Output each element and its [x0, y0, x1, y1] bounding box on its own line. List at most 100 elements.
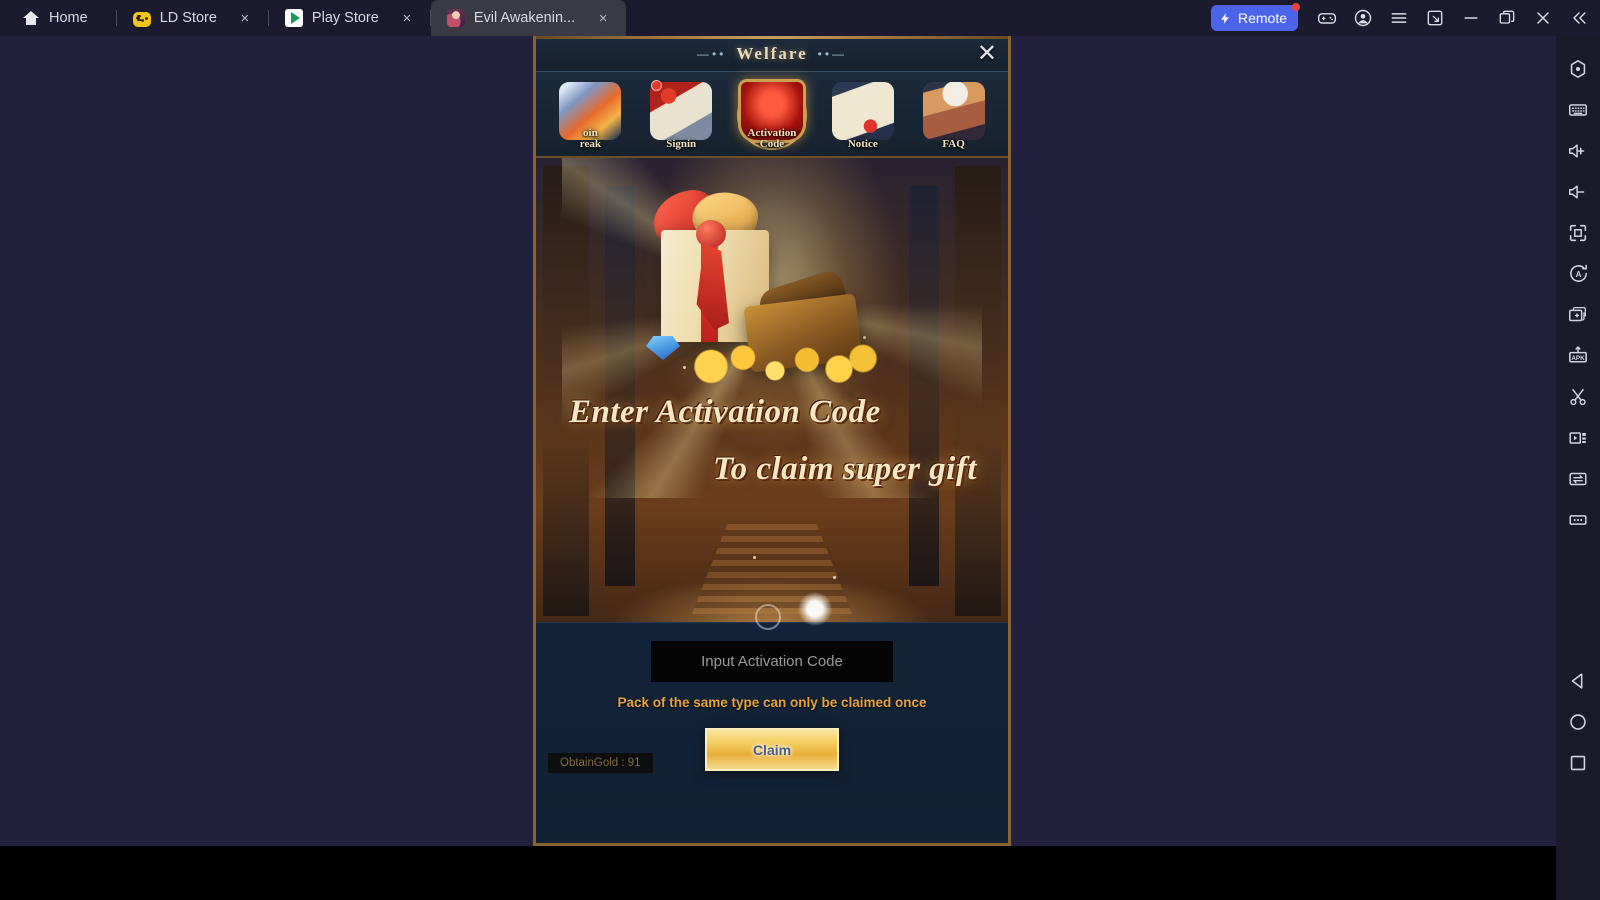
video-record-icon	[1569, 431, 1586, 444]
svg-text:A: A	[1575, 270, 1581, 279]
tab-home[interactable]: Home	[0, 0, 116, 36]
gamepad-icon	[132, 11, 151, 27]
svg-text:APK: APK	[1571, 355, 1585, 362]
fullscreen-button[interactable]	[1418, 1, 1452, 35]
lightning-bolt-icon	[1221, 12, 1229, 24]
game-avatar-icon	[446, 9, 465, 27]
promo-art: Enter Activation Code To claim super gif…	[533, 158, 1011, 622]
volume-down-icon	[1569, 184, 1585, 199]
minimize-icon	[1464, 17, 1478, 19]
dialog-close-button[interactable]: ✕	[977, 42, 997, 66]
android-back-button[interactable]	[1558, 660, 1598, 701]
activation-code-input[interactable]: Input Activation Code	[651, 641, 893, 682]
dialog-tab-strip: oin reak Signin Activation Code Notice F…	[533, 72, 1011, 158]
sidebar-item-fullscreen[interactable]	[1558, 212, 1598, 253]
tab-ld-store[interactable]: LD Store ×	[117, 0, 268, 36]
tools-sidebar: A APK	[1556, 36, 1600, 900]
fullscreen-icon	[1427, 10, 1443, 26]
dialog-tab-notice-label: Notice	[847, 138, 878, 150]
dialog-tab-faq[interactable]: FAQ	[918, 78, 990, 152]
promo-headline: Enter Activation Code To claim super gif…	[533, 394, 1011, 488]
auto-rotate-icon: A	[1569, 264, 1587, 282]
android-home-icon	[1570, 713, 1586, 730]
sidebar-item-more[interactable]	[1558, 499, 1598, 540]
collapse-sidebar-button[interactable]	[1562, 1, 1596, 35]
close-icon	[1537, 12, 1549, 24]
obtain-gold-badge: ObtainGold : 91	[548, 753, 653, 773]
install-apk-icon: APK	[1569, 346, 1587, 363]
dialog-tab-activation-code-label: Activation Code	[748, 128, 797, 152]
android-back-icon	[1571, 672, 1583, 689]
sidebar-item-record-video[interactable]	[1558, 417, 1598, 458]
remote-button[interactable]: Remote	[1210, 3, 1300, 31]
sidebar-item-install-apk[interactable]: APK	[1558, 335, 1598, 376]
tab-play-store-close-icon[interactable]: ×	[400, 11, 414, 26]
promo-headline-line1: Enter Activation Code	[569, 394, 881, 430]
account-icon	[1354, 9, 1372, 27]
claim-note: Pack of the same type can only be claime…	[617, 695, 927, 710]
dialog-title: Welfare	[736, 43, 808, 63]
dialog-bottom-panel: Input Activation Code Pack of the same t…	[533, 622, 1011, 846]
fullscreen-icon	[1569, 224, 1587, 241]
minimize-button[interactable]	[1454, 1, 1488, 35]
signin-icon	[650, 82, 713, 140]
tab-home-label: Home	[49, 10, 88, 26]
activation-code-input-placeholder: Input Activation Code	[701, 653, 843, 670]
dialog-tab-coin-break[interactable]: oin reak	[554, 78, 626, 152]
sidebar-item-multi-instance[interactable]	[1558, 294, 1598, 335]
sync-transfer-icon	[1569, 472, 1587, 485]
tab-ld-store-label: LD Store	[159, 10, 217, 26]
chevron-double-left-icon	[1573, 12, 1586, 24]
location-icon	[1570, 59, 1586, 78]
claim-button-label: Claim	[752, 741, 792, 758]
more-options-icon	[1569, 514, 1587, 525]
multi-instance-icon	[1569, 306, 1586, 321]
dialog-tab-signin[interactable]: Signin	[645, 78, 717, 152]
keyboard-icon	[1569, 103, 1587, 116]
tab-play-store[interactable]: Play Store ×	[269, 0, 430, 36]
tab-evil-awakening-label: Evil Awakenin...	[473, 10, 576, 26]
remote-button-label: Remote	[1237, 10, 1287, 26]
tab-ld-store-close-icon[interactable]: ×	[238, 11, 252, 26]
sidebar-item-screenshot[interactable]	[1558, 376, 1598, 417]
dialog-tab-signin-label: Signin	[666, 138, 697, 150]
gamepad-button[interactable]	[1310, 1, 1344, 35]
android-screen: Enter Activation Code To claim super gif…	[533, 36, 1011, 846]
android-home-button[interactable]	[1558, 701, 1598, 742]
scissors-icon	[1570, 388, 1586, 405]
android-recents-icon	[1570, 755, 1586, 770]
close-window-button[interactable]	[1526, 1, 1560, 35]
sidebar-item-volume-up[interactable]	[1558, 130, 1598, 171]
tab-evil-awakening-close-icon[interactable]: ×	[596, 11, 610, 26]
claim-button[interactable]: Claim	[705, 728, 839, 771]
maximize-icon	[1499, 10, 1515, 24]
screen-letterbox	[533, 846, 1011, 900]
sidebar-item-keyboard[interactable]	[1558, 89, 1598, 130]
faq-icon	[922, 82, 985, 140]
sidebar-item-location[interactable]	[1558, 48, 1598, 89]
activation-code-label-line2: Code	[759, 138, 785, 150]
menu-button[interactable]	[1382, 1, 1416, 35]
home-icon	[22, 9, 40, 27]
promo-headline-line2: To claim super gift	[712, 451, 977, 487]
sidebar-item-file-transfer[interactable]	[1558, 458, 1598, 499]
sidebar-item-volume-down[interactable]	[1558, 171, 1598, 212]
tab-evil-awakening[interactable]: Evil Awakenin... ×	[430, 0, 627, 36]
dialog-tab-coin-break-label: oin reak	[580, 128, 601, 152]
title-decoration-left: —••	[696, 46, 727, 61]
dialog-tab-activation-code[interactable]: Activation Code	[736, 78, 808, 152]
sidebar-item-auto-rotate[interactable]: A	[1558, 253, 1598, 294]
play-store-icon	[284, 9, 303, 27]
coin-break-label-line2: reak	[579, 138, 601, 150]
dialog-tab-notice[interactable]: Notice	[827, 78, 899, 152]
gift-bow-knot	[696, 220, 726, 248]
notice-icon	[831, 82, 894, 140]
volume-up-icon	[1569, 143, 1585, 158]
window-controls: Remote	[1210, 0, 1600, 36]
account-button[interactable]	[1346, 1, 1380, 35]
gold-coins	[683, 340, 883, 384]
maximize-button[interactable]	[1490, 1, 1524, 35]
android-recents-button[interactable]	[1558, 742, 1598, 783]
blue-gem	[646, 336, 680, 360]
title-decoration-right: ••—	[817, 46, 848, 61]
